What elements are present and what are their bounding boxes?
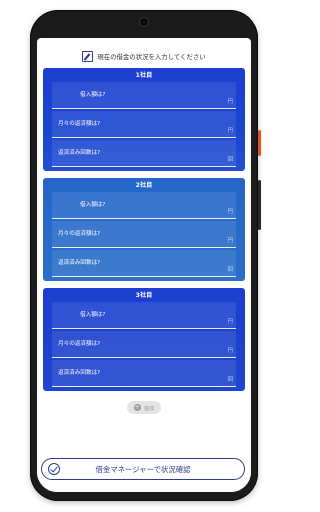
- field-unit: 円: [227, 319, 233, 325]
- volume-button: [258, 180, 261, 230]
- lender-card-list: 1社目 借入額は? 円 月々の返済額は? 円 返済済み回数は? 回 2社目 借入…: [43, 68, 245, 398]
- payments-made-field[interactable]: 返済済み回数は? 回: [52, 250, 236, 277]
- lender-card-title: 3社目: [135, 292, 153, 299]
- plus-icon: +: [133, 404, 141, 411]
- field-label: 借入額は?: [80, 312, 106, 318]
- confirm-button-label: 借金マネージャーで状況確認: [95, 464, 191, 474]
- field-label: 借入額は?: [80, 92, 106, 98]
- field-label: 返済済み回数は?: [58, 370, 101, 376]
- check-circle-icon: [48, 463, 60, 475]
- lender-card-title: 2社目: [135, 182, 153, 189]
- front-camera: [140, 18, 148, 26]
- app-screen: 現在の借金の状況を入力してください 1社目 借入額は? 円 月々の返済額は? 円…: [37, 38, 251, 492]
- monthly-payment-field[interactable]: 月々の返済額は? 円: [52, 111, 236, 138]
- pencil-square-icon: [82, 50, 94, 62]
- instruction-header: 現在の借金の状況を入力してください: [37, 48, 251, 64]
- field-unit: 回: [227, 377, 233, 383]
- bottom-bar: 借金マネージャーで状況確認: [37, 452, 251, 492]
- field-label: 月々の返済額は?: [58, 231, 101, 237]
- monthly-payment-field[interactable]: 月々の返済額は? 円: [52, 331, 236, 358]
- lender-card: 2社目 借入額は? 円 月々の返済額は? 円 返済済み回数は? 回: [43, 178, 245, 281]
- loan-amount-field[interactable]: 借入額は? 円: [52, 192, 236, 219]
- payments-made-field[interactable]: 返済済み回数は? 回: [52, 140, 236, 167]
- field-unit: 回: [227, 267, 233, 273]
- add-button-label: 追加: [143, 405, 155, 412]
- field-label: 借入額は?: [80, 202, 106, 208]
- field-unit: 円: [227, 209, 233, 215]
- field-unit: 回: [227, 157, 233, 163]
- field-unit: 円: [227, 99, 233, 105]
- field-unit: 円: [227, 348, 233, 354]
- instruction-text: 現在の借金の状況を入力してください: [97, 52, 206, 61]
- loan-amount-field[interactable]: 借入額は? 円: [52, 82, 236, 109]
- field-label: 返済済み回数は?: [58, 150, 101, 156]
- field-label: 月々の返済額は?: [58, 121, 101, 127]
- monthly-payment-field[interactable]: 月々の返済額は? 円: [52, 221, 236, 248]
- payments-made-field[interactable]: 返済済み回数は? 回: [52, 360, 236, 387]
- lender-card: 1社目 借入額は? 円 月々の返済額は? 円 返済済み回数は? 回: [43, 68, 245, 171]
- lender-card-title: 1社目: [135, 72, 153, 79]
- field-unit: 円: [227, 238, 233, 244]
- confirm-status-button[interactable]: 借金マネージャーで状況確認: [41, 458, 245, 480]
- power-button: [258, 130, 261, 156]
- add-lender-button[interactable]: + 追加: [127, 401, 161, 414]
- lender-card: 3社目 借入額は? 円 月々の返済額は? 円 返済済み回数は? 回: [43, 288, 245, 391]
- field-unit: 円: [227, 128, 233, 134]
- field-label: 月々の返済額は?: [58, 341, 101, 347]
- field-label: 返済済み回数は?: [58, 260, 101, 266]
- loan-amount-field[interactable]: 借入額は? 円: [52, 302, 236, 329]
